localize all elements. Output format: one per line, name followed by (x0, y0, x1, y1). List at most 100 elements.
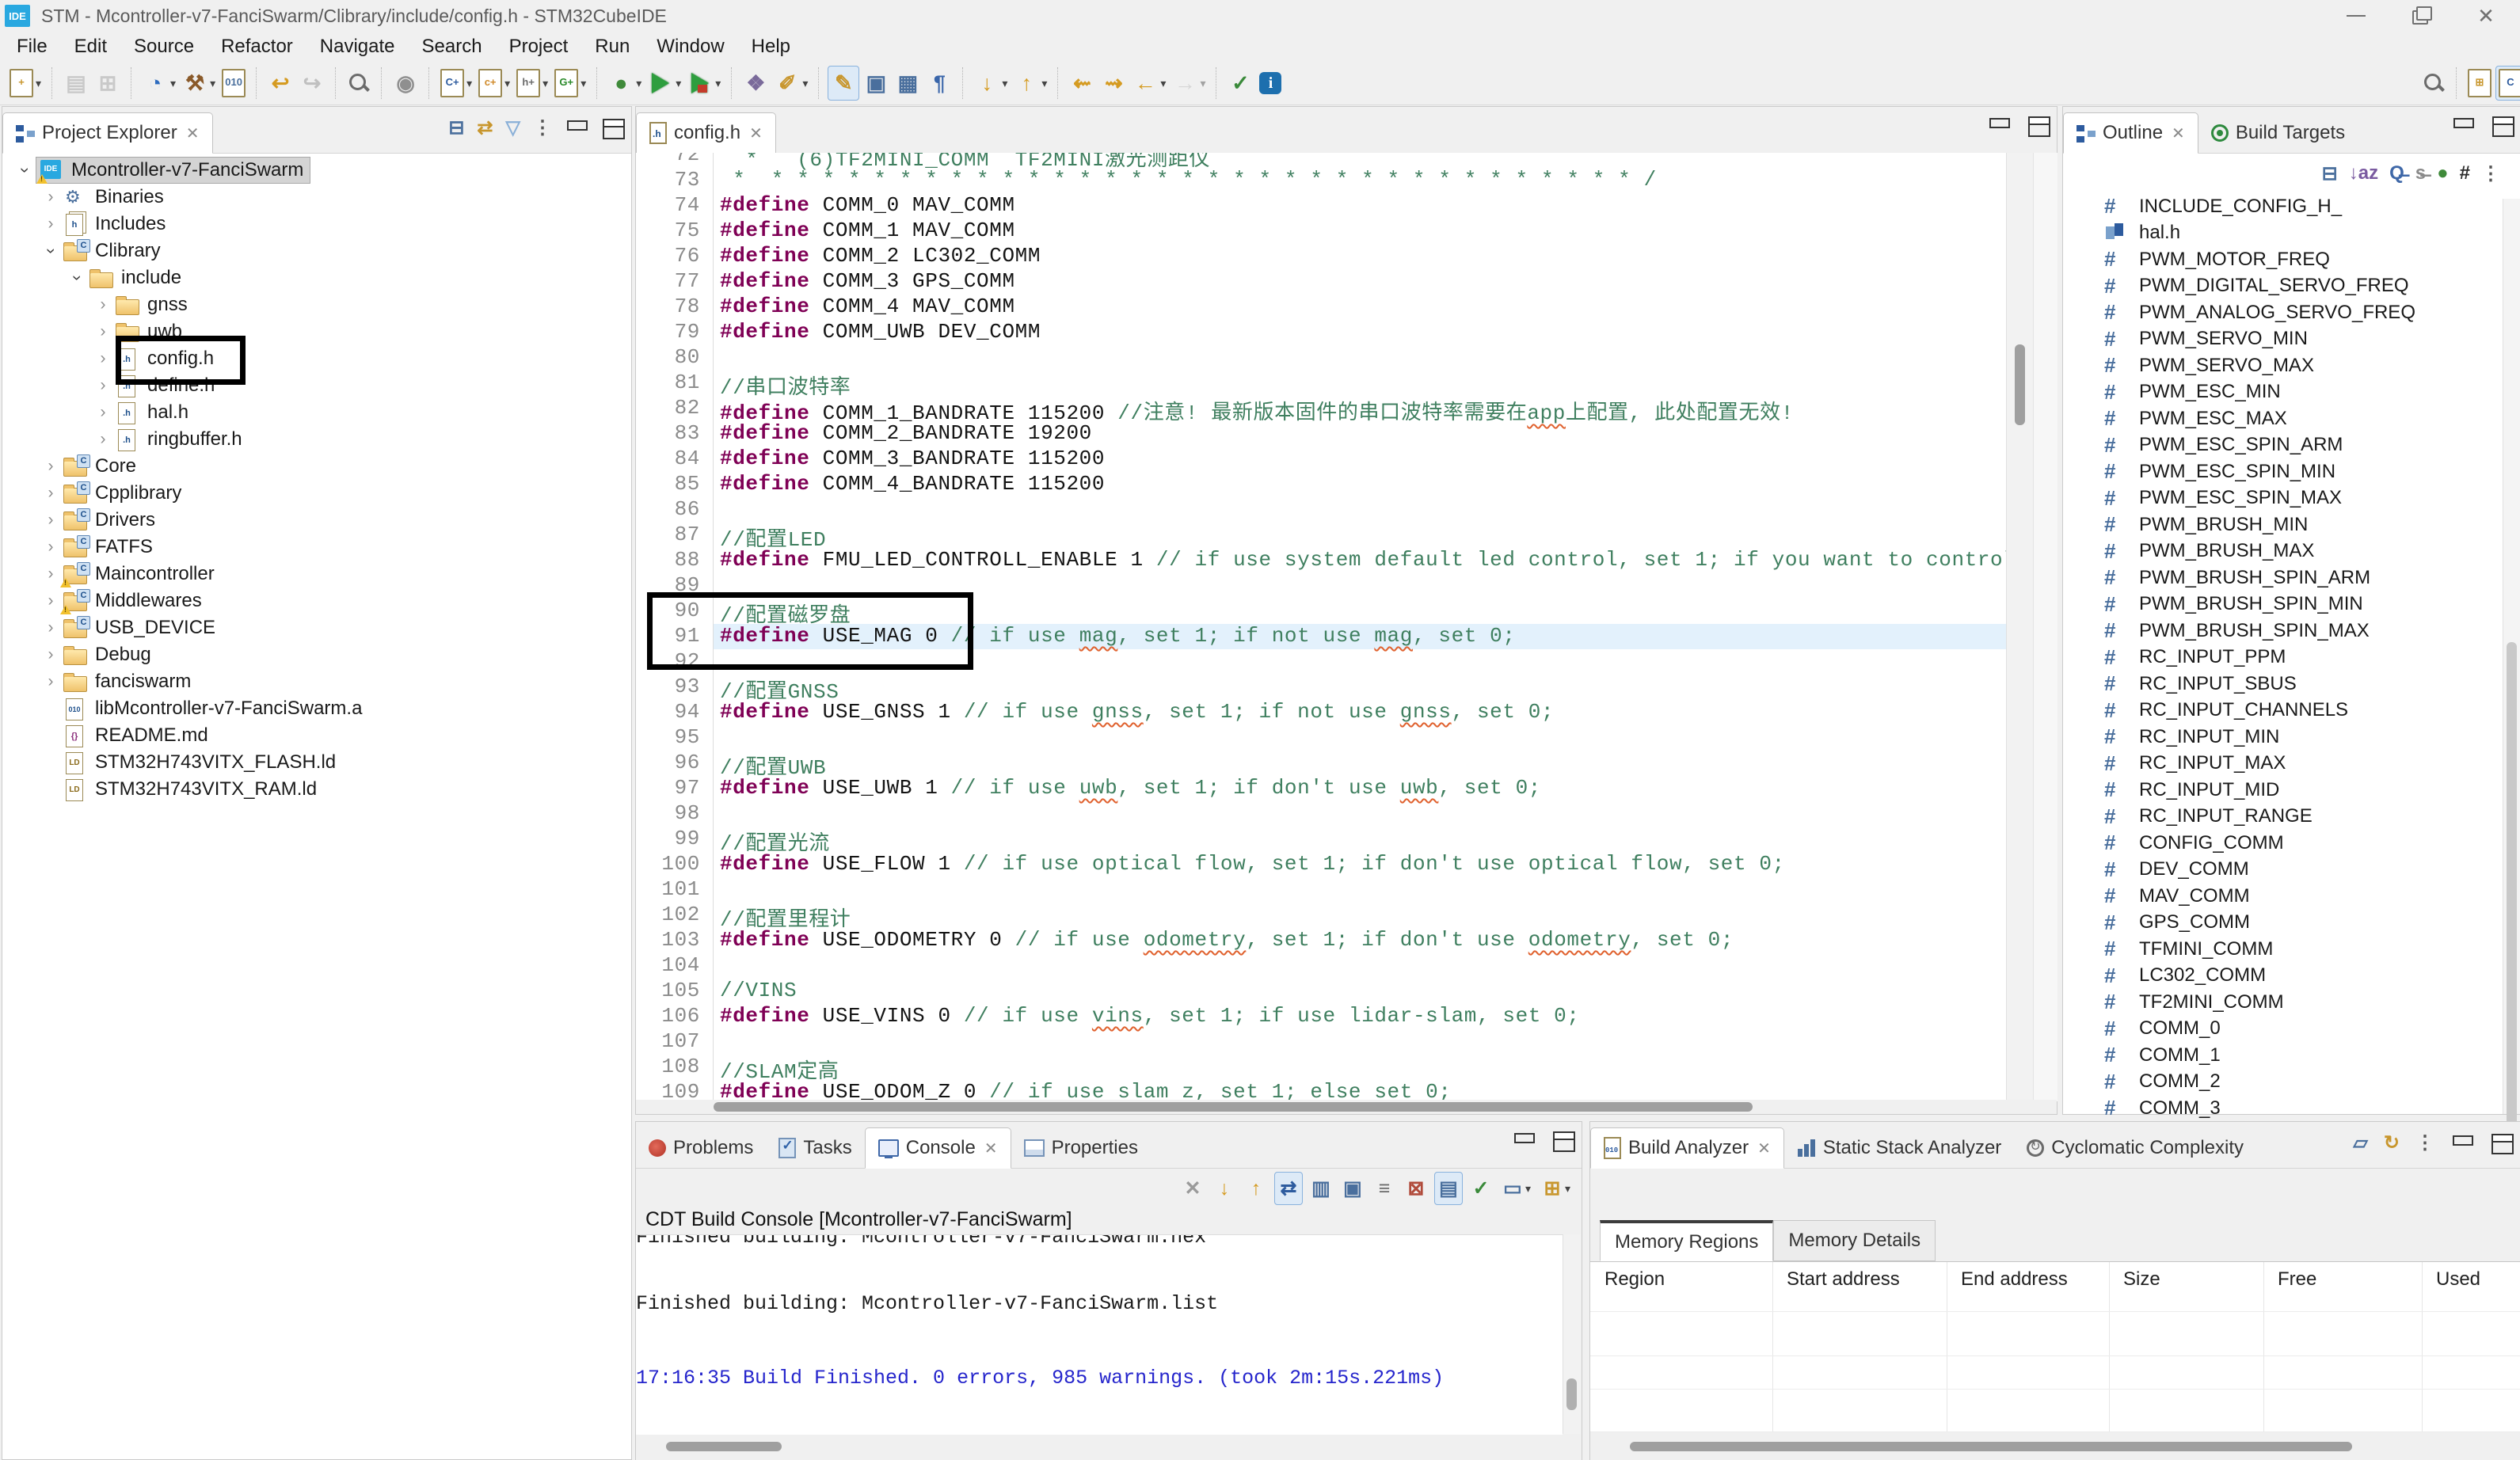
maximize-editor-icon[interactable] (2027, 116, 2050, 135)
run-button[interactable]: ▾ (645, 67, 683, 100)
chevron-collapsed-icon[interactable]: › (92, 295, 114, 314)
cpp-perspective-button[interactable]: C (2495, 66, 2520, 101)
new-c-header-button[interactable]: h+▾ (514, 67, 550, 100)
outline-item-rc_input_min[interactable]: #RC_INPUT_MIN (2063, 724, 2520, 751)
tree-item-debug[interactable]: ›Debug (2, 641, 631, 668)
ba-refresh-icon[interactable]: ↻ (2384, 1131, 2400, 1154)
editor-vertical-scrollbar[interactable] (2006, 153, 2034, 1101)
tree-item-includes[interactable]: ›hIncludes (2, 211, 631, 238)
skip-breakpoints-button[interactable]: ◔▾ (140, 67, 178, 100)
forward-to-edit-button[interactable]: ⇝ (1098, 67, 1129, 100)
chevron-collapsed-icon[interactable]: › (92, 322, 114, 341)
scrollbar-thumb[interactable] (2507, 642, 2517, 1133)
outline-item-pwm_esc_spin_min[interactable]: #PWM_ESC_SPIN_MIN (2063, 458, 2520, 485)
tab-properties[interactable]: Properties (1011, 1128, 1151, 1168)
column-header-free[interactable]: Free (2278, 1268, 2316, 1291)
outline-item-pwm_brush_spin_min[interactable]: #PWM_BRUSH_SPIN_MIN (2063, 591, 2520, 618)
tree-item-maincontroller[interactable]: ›CMaincontroller (2, 561, 631, 587)
lock-console-icon[interactable]: ▣ (1339, 1173, 1366, 1204)
outline-item-pwm_servo_max[interactable]: #PWM_SERVO_MAX (2063, 352, 2520, 379)
show-previous-console-icon[interactable]: ↑ (1243, 1173, 1270, 1204)
tree-item-stm32h743vitx-flash-ld[interactable]: LDSTM32H743VITX_FLASH.ld (2, 749, 631, 776)
chevron-collapsed-icon[interactable]: › (92, 349, 114, 368)
close-icon[interactable]: ✕ (186, 124, 200, 143)
new-make-target-button[interactable]: G+▾ (552, 67, 588, 100)
outline-item-gps_comm[interactable]: #GPS_COMM (2063, 910, 2520, 937)
tree-item-stm32h743vitx-ram-ld[interactable]: LDSTM32H743VITX_RAM.ld (2, 776, 631, 803)
outline-item-pwm_esc_spin_max[interactable]: #PWM_ESC_SPIN_MAX (2063, 485, 2520, 512)
chevron-collapsed-icon[interactable]: › (40, 591, 62, 610)
outline-item-pwm_brush_min[interactable]: #PWM_BRUSH_MIN (2063, 511, 2520, 538)
scrollbar-thumb[interactable] (714, 1102, 1753, 1112)
tab-problems[interactable]: Problems (636, 1128, 766, 1168)
back-to-edit-button[interactable]: ⇜ (1067, 67, 1097, 100)
run-external-button[interactable]: ▾ (685, 67, 723, 100)
minimize-outline-icon[interactable] (2451, 116, 2475, 135)
word-wrap-icon[interactable]: ⇄ (1274, 1172, 1303, 1205)
menu-help[interactable]: Help (738, 36, 804, 58)
scrollbar-thumb[interactable] (1630, 1442, 2352, 1451)
next-edit-location-button[interactable]: ↪ (297, 67, 327, 100)
chevron-collapsed-icon[interactable]: › (40, 215, 62, 234)
outline-item-config_comm[interactable]: #CONFIG_COMM (2063, 830, 2520, 857)
tree-item-config-h[interactable]: ›.hconfig.h (2, 345, 631, 372)
tree-item-cpplibrary[interactable]: ›CCpplibrary (2, 480, 631, 507)
maximize-project-explorer-icon[interactable] (601, 119, 625, 138)
analyzer-horizontal-scrollbar[interactable] (1590, 1437, 2520, 1456)
outline-item-mav_comm[interactable]: #MAV_COMM (2063, 883, 2520, 910)
outline-item-comm_2[interactable]: #COMM_2 (2063, 1069, 2520, 1096)
view-menu-icon[interactable]: ⋮ (533, 116, 552, 139)
outline-item-rc_input_range[interactable]: #RC_INPUT_RANGE (2063, 804, 2520, 831)
build-binary-button[interactable]: 010 (219, 67, 248, 100)
chevron-expanded-icon[interactable]: › (41, 240, 60, 262)
menu-project[interactable]: Project (496, 36, 582, 58)
tab-build-targets[interactable]: Build Targets (2198, 113, 2358, 153)
scroll-lock-icon[interactable]: ▤ (1434, 1172, 1463, 1205)
open-console-icon[interactable]: ⊞▾ (1539, 1173, 1574, 1204)
tree-item-mcontroller-v7-fanciswarm[interactable]: ›IDEMcontroller-v7-FanciSwarm (2, 157, 631, 184)
ba-view-menu-icon[interactable]: ⋮ (2415, 1131, 2434, 1154)
tab-static-stack-analyzer[interactable]: Static Stack Analyzer (1784, 1128, 2014, 1168)
pin-console-icon[interactable]: ✓ (1467, 1173, 1494, 1204)
search-button[interactable] (2419, 67, 2448, 100)
new-wizard-button[interactable]: +▾ (7, 67, 44, 100)
menu-window[interactable]: Window (643, 36, 737, 58)
menu-search[interactable]: Search (409, 36, 496, 58)
chevron-collapsed-icon[interactable]: › (40, 565, 62, 584)
tab-cyclomatic-complexity[interactable]: Cyclomatic Complexity (2014, 1128, 2256, 1168)
menu-file[interactable]: File (3, 36, 61, 58)
show-whitespace-button[interactable]: ¶ (924, 67, 954, 100)
show-next-console-icon[interactable]: ↓ (1211, 1173, 1238, 1204)
column-header-size[interactable]: Size (2123, 1268, 2160, 1291)
close-icon[interactable]: ✕ (984, 1139, 998, 1158)
outline-item-pwm_analog_servo_freq[interactable]: #PWM_ANALOG_SERVO_FREQ (2063, 299, 2520, 326)
subtab-memory-regions[interactable]: Memory Regions (1600, 1220, 1773, 1261)
restore-window-icon[interactable] (2411, 6, 2431, 26)
previous-annotation-button[interactable]: ↑▾ (1011, 67, 1049, 100)
outline-item-pwm_digital_servo_freq[interactable]: #PWM_DIGITAL_SERVO_FREQ (2063, 273, 2520, 300)
console-output[interactable]: Finished building: Mcontroller-v7-FanciS… (636, 1234, 1563, 1435)
tab-console[interactable]: Console✕ (865, 1127, 1011, 1169)
ol-collapse-all-icon[interactable]: ⊟ (2322, 162, 2338, 185)
tab-tasks[interactable]: Tasks (766, 1128, 864, 1168)
maximize-console-icon[interactable] (1551, 1131, 1575, 1150)
menu-edit[interactable]: Edit (61, 36, 120, 58)
open-element-button[interactable] (345, 67, 373, 100)
outline-item-pwm_esc_max[interactable]: #PWM_ESC_MAX (2063, 405, 2520, 432)
ba-export-icon[interactable]: ▱ (2353, 1131, 2367, 1154)
scrollbar-thumb[interactable] (666, 1442, 782, 1451)
minimize-editor-icon[interactable] (1987, 116, 2011, 135)
column-header-used[interactable]: Used (2436, 1268, 2480, 1291)
tree-item-usb-device[interactable]: ›CUSB_DEVICE (2, 614, 631, 641)
collapse-all-icon[interactable]: ⊟ (448, 116, 464, 139)
close-icon[interactable]: ✕ (749, 124, 763, 143)
tree-item-define-h[interactable]: ›.hdefine.h (2, 372, 631, 399)
outline-item-rc_input_mid[interactable]: #RC_INPUT_MID (2063, 777, 2520, 804)
chevron-collapsed-icon[interactable]: › (40, 511, 62, 530)
outline-item-comm_3[interactable]: #COMM_3 (2063, 1095, 2520, 1122)
next-annotation-button[interactable]: ↓▾ (972, 67, 1010, 100)
info-button[interactable]: i (1257, 67, 1284, 100)
outline-vertical-scrollbar[interactable] (2503, 199, 2520, 1114)
outline-item-rc_input_ppm[interactable]: #RC_INPUT_PPM (2063, 644, 2520, 671)
tab-project-explorer[interactable]: Project Explorer ✕ (2, 112, 213, 154)
